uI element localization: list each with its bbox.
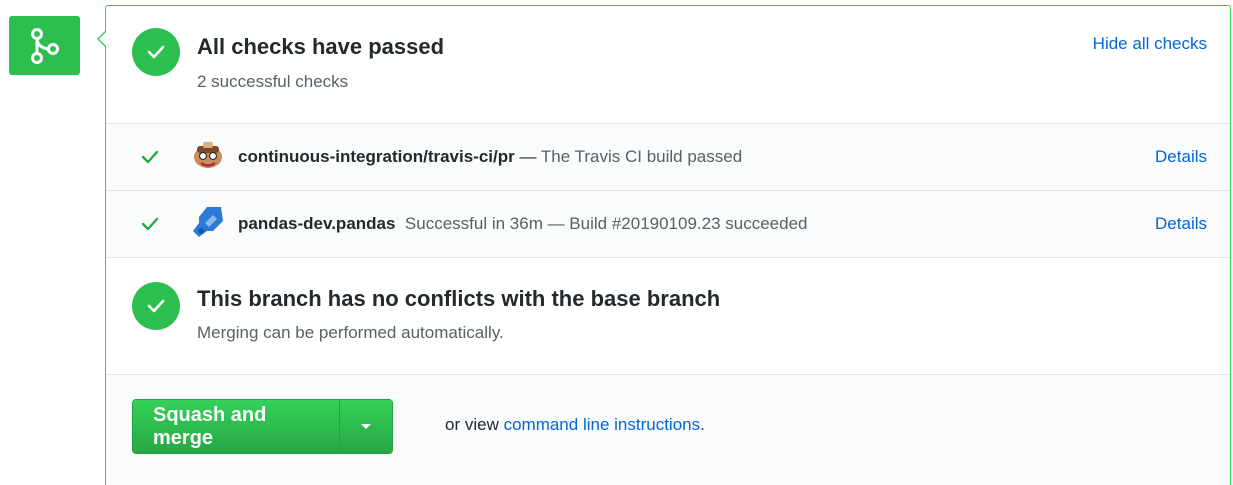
- merge-method-dropdown-button[interactable]: [339, 400, 392, 453]
- success-check-circle-icon: [132, 282, 180, 330]
- git-merge-icon: [30, 27, 59, 64]
- checks-subtitle: 2 successful checks: [197, 72, 349, 91]
- command-line-instructions-link[interactable]: command line instructions: [504, 415, 701, 434]
- success-check-circle-icon: [132, 28, 180, 76]
- check-row-pandas: pandas-dev.pandas Successful in 36m — Bu…: [106, 191, 1230, 258]
- check-mark-icon: [141, 150, 159, 164]
- hide-all-checks-link[interactable]: Hide all checks: [1093, 34, 1207, 54]
- branch-status: This branch has no conflicts with the ba…: [106, 258, 1230, 375]
- checks-title: All checks have passed: [197, 34, 445, 59]
- check-label-pandas: pandas-dev.pandas Successful in 36m — Bu…: [238, 214, 808, 234]
- travis-ci-icon: [191, 138, 225, 177]
- merge-status-panel: All checks have passed 2 successful chec…: [97, 5, 1231, 485]
- check-description: Successful in 36m — Build #20190109.23 s…: [404, 214, 808, 233]
- details-link-travis[interactable]: Details: [1155, 147, 1207, 167]
- check-description: The Travis CI build passed: [540, 147, 743, 166]
- check-separator: —: [514, 147, 541, 166]
- check-name: continuous-integration/travis-ci/pr: [238, 147, 515, 166]
- branch-status-subtitle: Merging can be performed automatically.: [197, 323, 504, 342]
- caret-down-icon: [361, 423, 371, 429]
- checks-summary: All checks have passed 2 successful chec…: [106, 6, 1230, 124]
- check-separator: [395, 214, 404, 233]
- azure-pipelines-icon: [191, 205, 225, 244]
- or-view-text: or view command line instructions.: [445, 415, 705, 435]
- squash-and-merge-button[interactable]: Squash and merge: [133, 400, 339, 453]
- git-merge-icon-badge: [9, 16, 80, 75]
- check-label-travis: continuous-integration/travis-ci/pr — Th…: [238, 147, 742, 167]
- details-link-pandas[interactable]: Details: [1155, 214, 1207, 234]
- merge-button-group: Squash and merge: [132, 399, 393, 454]
- or-view-suffix: .: [700, 415, 705, 434]
- merge-actions: Squash and merge or view command line in…: [106, 375, 1230, 485]
- check-row-travis: continuous-integration/travis-ci/pr — Th…: [106, 124, 1230, 191]
- check-name: pandas-dev.pandas: [238, 214, 396, 233]
- or-view-prefix: or view: [445, 415, 504, 434]
- check-mark-icon: [141, 217, 159, 231]
- branch-status-title: This branch has no conflicts with the ba…: [197, 286, 721, 311]
